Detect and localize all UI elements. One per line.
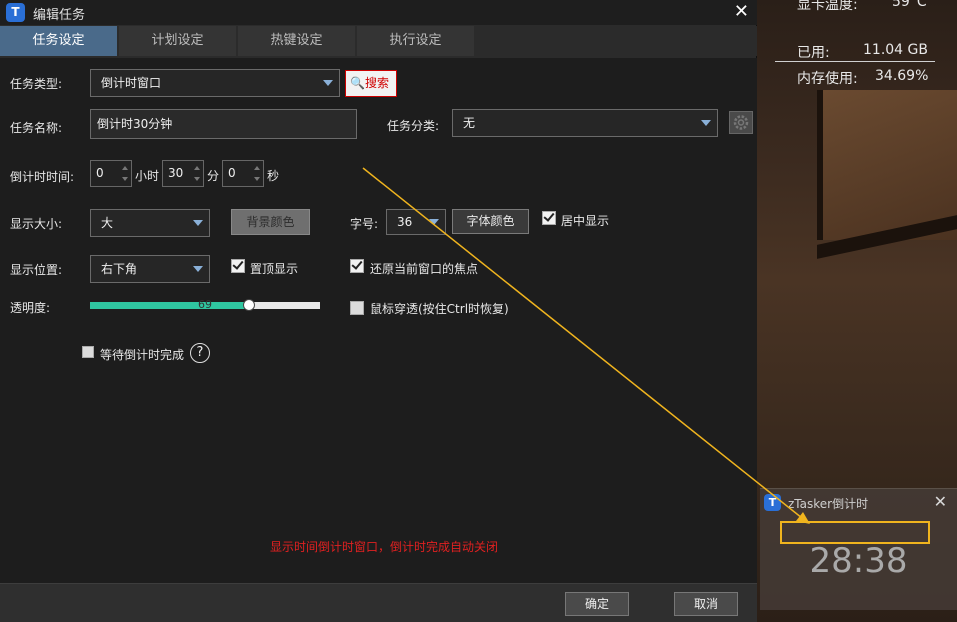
dialog-footer: 确定 取消 [0,583,757,622]
font-size-value: 36 [397,215,413,229]
category-label: 任务分类: [387,119,440,133]
center-label: 居中显示 [561,214,610,228]
countdown-widget[interactable]: T zTasker倒计时 ✕ 28:38 [760,488,957,610]
chevron-down-icon [701,120,711,126]
task-name-label: 任务名称: [10,121,63,135]
ok-button[interactable]: 确定 [565,592,629,616]
chevron-down-icon [193,220,203,226]
tab-task-settings[interactable]: 任务设定 [0,26,118,56]
bg-color-button[interactable]: 背景颜色 [231,209,310,235]
tab-schedule-settings[interactable]: 计划设定 [119,26,237,56]
stat-divider [775,61,935,62]
font-size-label: 字号: [350,217,379,231]
task-type-label: 任务类型: [10,77,63,91]
countdown-label: 倒计时时间: [10,170,75,184]
position-select[interactable]: 右下角 [90,255,210,283]
window-title: 编辑任务 [33,8,86,23]
opacity-value: 69 [198,298,212,311]
stepper-down-icon[interactable] [254,177,260,181]
position-label: 显示位置: [10,263,63,277]
topmost-checkbox[interactable] [231,258,245,273]
opacity-label: 透明度: [10,301,51,315]
seconds-unit: 秒 [267,169,280,183]
widget-close-icon[interactable]: ✕ [934,492,947,511]
minutes-unit: 分 [207,169,220,183]
size-value: 大 [101,216,114,230]
gpu-temp-label: 显卡温度: [797,0,858,13]
chevron-down-icon [193,266,203,272]
chevron-down-icon [429,219,439,225]
font-color-button[interactable]: 字体颜色 [452,209,529,234]
countdown-time: 28:38 [809,541,908,581]
hours-value: 0 [96,166,104,180]
gear-icon [733,115,749,130]
task-name-input[interactable]: 倒计时30分钟 [90,109,357,139]
tab-bar: 任务设定 计划设定 热键设定 执行设定 [0,26,757,56]
category-value: 无 [463,116,476,130]
mem-value: 34.69% [875,68,929,84]
close-icon[interactable]: ✕ [734,1,749,22]
wood-panel [817,90,957,240]
hours-unit: 小时 [135,169,160,183]
stepper-up-icon[interactable] [194,166,200,170]
app-logo-icon: T [6,3,25,22]
tab-execution-settings[interactable]: 执行设定 [357,26,475,56]
task-type-select[interactable]: 倒计时窗口 [90,69,340,97]
ztasker-logo-icon: T [764,494,781,511]
center-checkbox[interactable] [542,210,556,225]
title-bar: T 编辑任务 ✕ [0,0,757,25]
gpu-temp-value: 59°C [892,0,927,10]
widget-title: zTasker倒计时 [788,497,869,511]
stepper-up-icon[interactable] [254,166,260,170]
check-icon [232,258,244,270]
task-type-value: 倒计时窗口 [101,76,162,90]
stepper-up-icon[interactable] [122,166,128,170]
category-settings-button[interactable] [729,111,753,134]
mem-label: 内存使用: [797,71,858,87]
size-select[interactable]: 大 [90,209,210,237]
search-button[interactable]: 🔍搜索 [345,70,397,97]
tab-hotkey-settings[interactable]: 热键设定 [238,26,356,56]
cancel-button[interactable]: 取消 [674,592,738,616]
used-value: 11.04 GB [863,42,928,58]
help-icon[interactable]: ? [190,343,210,363]
task-description: 显示时间倒计时窗口，倒计时完成自动关闭 [270,540,499,554]
minutes-value: 30 [168,166,184,180]
check-icon [543,210,555,222]
search-icon: 🔍 [350,76,365,90]
topmost-label: 置顶显示 [250,262,299,276]
click-through-label: 鼠标穿透(按住Ctrl时恢复) [370,302,509,316]
stepper-down-icon[interactable] [194,177,200,181]
category-select[interactable]: 无 [452,109,718,137]
used-label: 已用: [797,45,830,61]
edit-task-dialog: T 编辑任务 ✕ 任务设定 计划设定 热键设定 执行设定 任务类型: 倒计时窗口… [0,0,757,622]
position-value: 右下角 [101,262,138,276]
seconds-stepper[interactable]: 0 [222,160,264,187]
check-icon [351,258,363,270]
font-size-select[interactable]: 36 [386,209,446,235]
task-settings-panel: 任务类型: 倒计时窗口 🔍搜索 任务名称: 倒计时30分钟 任务分类: 无 倒计… [0,58,757,583]
hours-stepper[interactable]: 0 [90,160,132,187]
wait-label: 等待倒计时完成 [100,348,185,362]
restore-focus-label: 还原当前窗口的焦点 [370,262,479,276]
opacity-slider-thumb[interactable] [242,299,255,311]
search-label: 搜索 [364,76,389,90]
click-through-checkbox[interactable] [350,301,364,315]
opacity-slider[interactable]: 69 [90,298,320,311]
seconds-value: 0 [228,166,236,180]
size-label: 显示大小: [10,217,63,231]
minutes-stepper[interactable]: 30 [162,160,204,187]
stepper-down-icon[interactable] [122,177,128,181]
wait-checkbox[interactable] [82,346,94,358]
chevron-down-icon [323,80,333,86]
restore-focus-checkbox[interactable] [350,258,364,273]
